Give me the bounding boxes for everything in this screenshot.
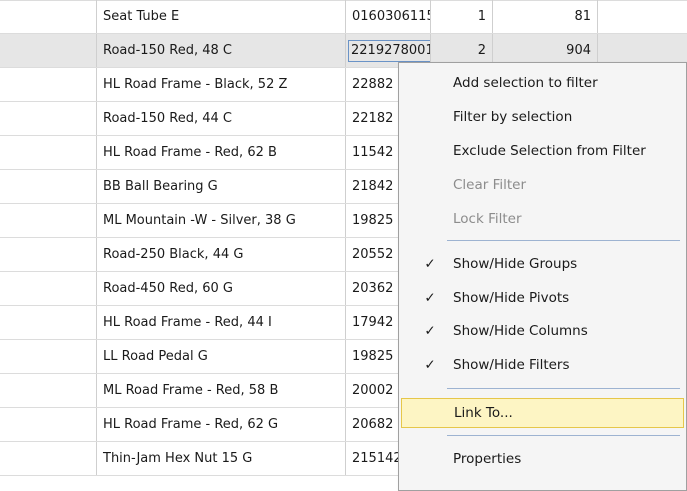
code-cell[interactable]: 0160306115 <box>346 0 431 33</box>
name-cell[interactable]: HL Road Frame - Red, 62 B <box>97 136 346 169</box>
menu-item-lock-filter: Lock Filter <box>453 211 522 227</box>
name-cell[interactable]: Road-450 Red, 60 G <box>97 272 346 305</box>
name-cell[interactable]: ML Road Frame - Red, 58 B <box>97 374 346 407</box>
row-indicator-cell[interactable] <box>0 374 97 407</box>
row-indicator-cell[interactable] <box>0 102 97 135</box>
name-cell[interactable]: ML Mountain -W - Silver, 38 G <box>97 204 346 237</box>
row-indicator-cell[interactable] <box>0 408 97 441</box>
menu-item-show-hide-columns[interactable]: ✓ Show/Hide Columns <box>401 316 684 346</box>
row-indicator-cell[interactable] <box>0 136 97 169</box>
menu-separator <box>447 388 680 389</box>
menu-item-label: Show/Hide Groups <box>453 256 578 272</box>
menu-item-label: Show/Hide Filters <box>453 357 570 373</box>
row-indicator-cell[interactable] <box>0 0 97 33</box>
menu-item-clear-filter: Clear Filter <box>453 177 527 193</box>
qty-cell[interactable]: 1 <box>431 0 493 33</box>
name-cell[interactable]: Thin-Jam Hex Nut 15 G <box>97 442 346 475</box>
menu-separator <box>447 435 680 436</box>
menu-separator <box>447 240 680 241</box>
name-cell[interactable]: HL Road Frame - Black, 52 Z <box>97 68 346 101</box>
value-cell[interactable]: 81 <box>493 0 598 33</box>
row-indicator-cell[interactable] <box>0 204 97 237</box>
menu-item-link-to[interactable]: Link To... <box>401 398 684 428</box>
name-cell[interactable]: BB Ball Bearing G <box>97 170 346 203</box>
row-indicator-cell[interactable] <box>0 34 97 67</box>
row-indicator-cell[interactable] <box>0 340 97 373</box>
menu-item-show-hide-filters[interactable]: ✓ Show/Hide Filters <box>401 350 684 380</box>
row-indicator-cell[interactable] <box>0 68 97 101</box>
row-indicator-cell[interactable] <box>0 238 97 271</box>
active-cell-editor[interactable]: 2219278001 <box>348 40 430 62</box>
checkmark-icon: ✓ <box>424 256 436 272</box>
name-cell[interactable]: LL Road Pedal G <box>97 340 346 373</box>
context-menu: Add selection to filter Filter by select… <box>398 62 687 491</box>
menu-item-properties[interactable]: Properties <box>401 444 684 474</box>
menu-item-exclude-selection[interactable]: Exclude Selection from Filter <box>401 136 684 166</box>
menu-item-show-hide-groups[interactable]: ✓ Show/Hide Groups <box>401 249 684 279</box>
checkmark-icon: ✓ <box>424 357 436 373</box>
menu-item-label: Show/Hide Columns <box>453 323 588 339</box>
checkmark-icon: ✓ <box>424 290 436 306</box>
row-indicator-cell[interactable] <box>0 306 97 339</box>
row-indicator-cell[interactable] <box>0 442 97 475</box>
menu-item-show-hide-pivots[interactable]: ✓ Show/Hide Pivots <box>401 283 684 313</box>
empty-cell[interactable] <box>598 0 687 33</box>
menu-item-add-selection-to-filter[interactable]: Add selection to filter <box>401 68 684 98</box>
name-cell[interactable]: HL Road Frame - Red, 44 I <box>97 306 346 339</box>
menu-item-filter-by-selection[interactable]: Filter by selection <box>401 102 684 132</box>
name-cell[interactable]: Road-150 Red, 48 C <box>97 34 346 67</box>
name-cell[interactable]: Road-150 Red, 44 C <box>97 102 346 135</box>
table-row[interactable]: Seat Tube E 0160306115 1 81 <box>0 0 687 34</box>
name-cell[interactable]: Seat Tube E <box>97 0 346 33</box>
row-indicator-cell[interactable] <box>0 272 97 305</box>
menu-item-label: Show/Hide Pivots <box>453 290 570 306</box>
row-indicator-cell[interactable] <box>0 170 97 203</box>
name-cell[interactable]: Road-250 Black, 44 G <box>97 238 346 271</box>
checkmark-icon: ✓ <box>424 323 436 339</box>
name-cell[interactable]: HL Road Frame - Red, 62 G <box>97 408 346 441</box>
